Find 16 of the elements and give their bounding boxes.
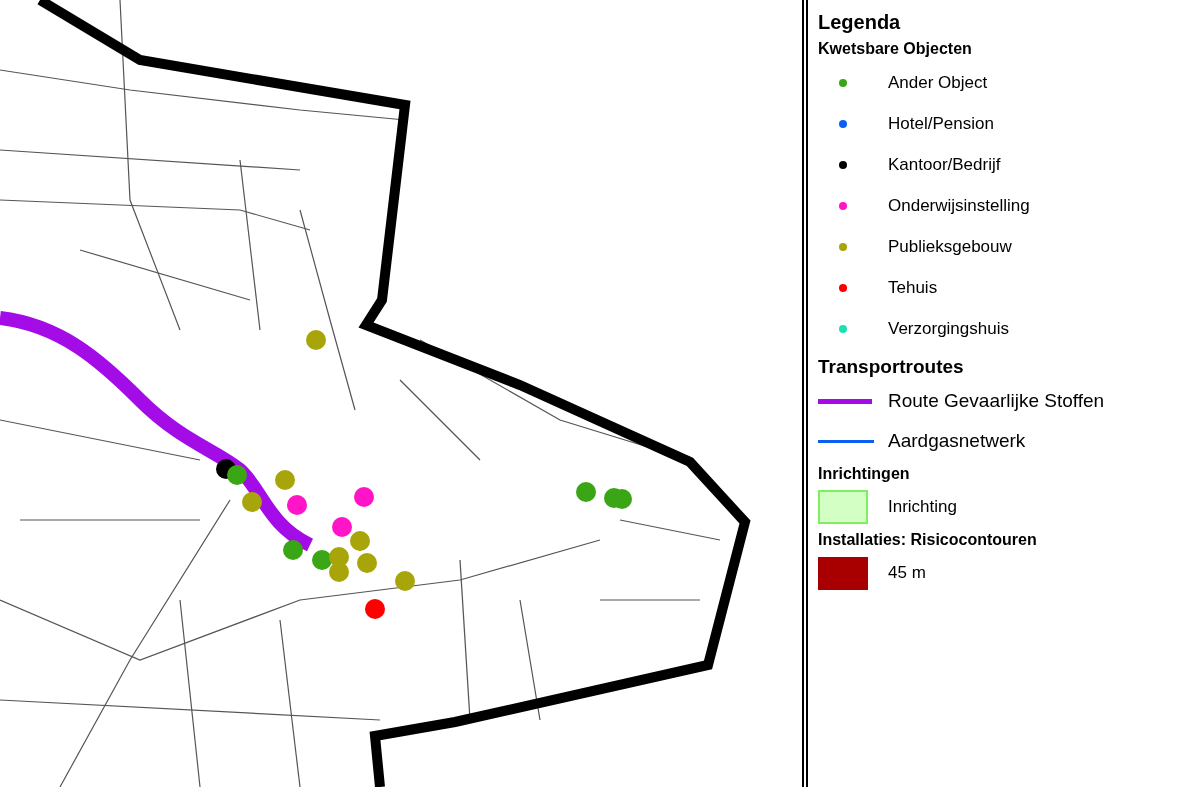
legend-label: 45 m — [888, 562, 926, 585]
legend-label: Inrichting — [888, 496, 957, 519]
legend-heading: Installaties: Risicocontouren — [818, 530, 1038, 550]
legend-label: Ander Object — [888, 71, 988, 94]
legend-label: Hotel/Pension — [888, 112, 994, 135]
legend-label: Publieksgebouw — [888, 235, 1012, 258]
legend-label: Kantoor/Bedrijf — [888, 153, 1001, 176]
legend-heading: Kwetsbare Objecten — [818, 39, 973, 59]
legend-heading: Transportroutes — [818, 355, 965, 379]
legend-label: Onderwijsinstelling — [888, 194, 1030, 217]
legend-label: Route Gevaarlijke Stoffen — [888, 388, 1105, 413]
legend-heading: Inrichtingen — [818, 464, 911, 484]
legend-label: Tehuis — [888, 276, 938, 299]
legend-label: Aardgasnetwerk — [888, 428, 1026, 453]
legend-title: Legenda — [818, 10, 902, 35]
legend-label: Verzorgingshuis — [888, 317, 1009, 340]
